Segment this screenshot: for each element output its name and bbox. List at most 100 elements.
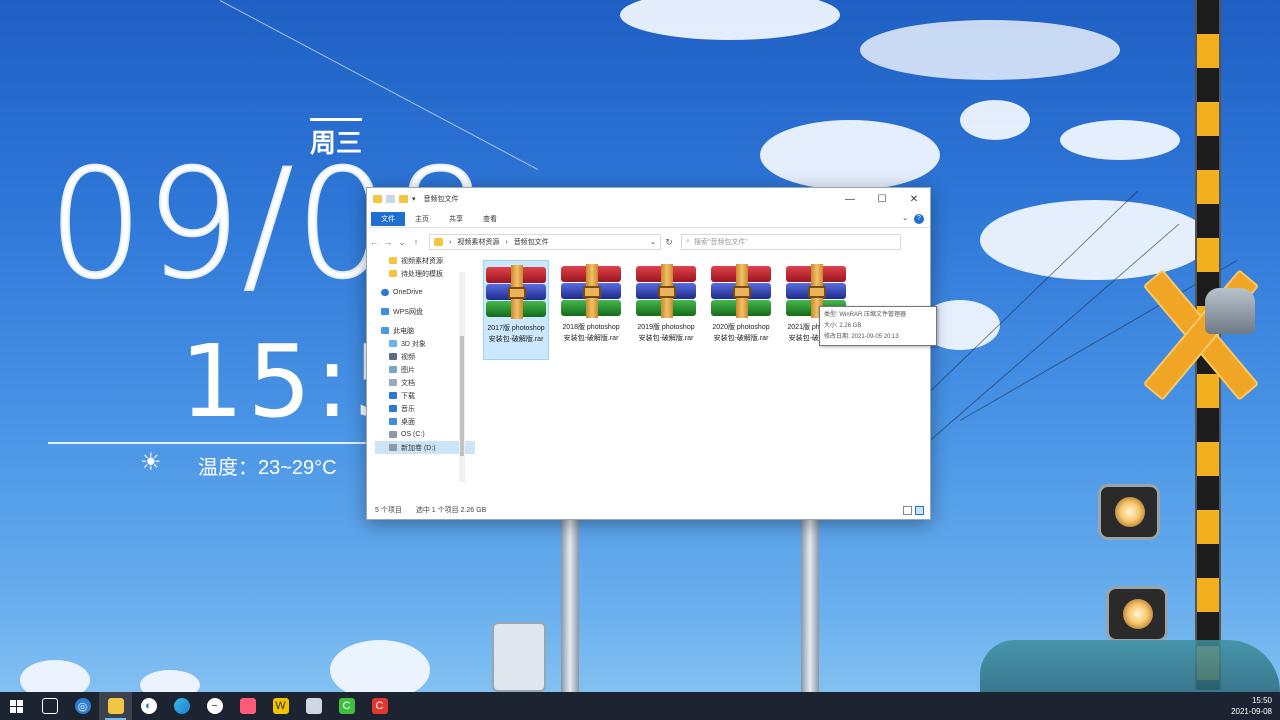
winrar-archive-icon <box>486 265 546 319</box>
chevron-down-icon[interactable]: ▾ <box>412 195 416 203</box>
start-button[interactable] <box>0 692 33 720</box>
nav-item-label: 视频 <box>401 353 415 361</box>
minus-circle-icon: − <box>206 698 223 714</box>
wps-taskbar-button[interactable]: W <box>264 692 297 720</box>
tab-view[interactable]: 查看 <box>473 212 507 226</box>
back-icon[interactable]: ← <box>367 237 381 247</box>
title-bar[interactable]: ▾ 音频包文件 — ☐ ✕ <box>367 188 930 210</box>
cloud <box>20 660 90 692</box>
files-taskbar-button[interactable] <box>297 692 330 720</box>
item-count: 5 个项目 <box>375 507 402 514</box>
properties-icon[interactable] <box>386 195 395 203</box>
maximize-button[interactable]: ☐ <box>866 188 898 210</box>
camtasia-icon: C <box>338 698 355 714</box>
nav-item-label: 待处理的模板 <box>401 270 443 278</box>
recent-chevron-icon[interactable]: ⌄ <box>395 237 409 248</box>
music-icon <box>389 405 397 412</box>
file-name: 2019版 photoshop 安装包-破解版.rar <box>637 324 695 342</box>
notes-taskbar-button[interactable] <box>231 692 264 720</box>
tab-file[interactable]: 文件 <box>371 211 405 226</box>
nav-item-label: 视频素材资源 <box>401 257 443 265</box>
breadcrumb-item[interactable]: 视频素材资源 <box>457 237 499 247</box>
drive-icon <box>389 431 397 438</box>
folder-icon <box>373 195 382 203</box>
file-item[interactable]: 2017版 photoshop 安装包-破解版.rar <box>483 260 549 360</box>
file-explorer-taskbar-button[interactable] <box>99 692 132 720</box>
window-controls: — ☐ ✕ <box>834 188 930 210</box>
winrar-archive-icon <box>636 264 696 318</box>
camtasia-taskbar-button[interactable]: C <box>330 692 363 720</box>
crossing-signal-lamp <box>1098 484 1160 540</box>
task-view-button[interactable] <box>33 692 66 720</box>
sun-icon: ☀ <box>140 449 162 476</box>
tooltip-type: 类型: WinRAR 压缩文件管理器 <box>824 312 907 318</box>
recorder-taskbar-button[interactable]: C <box>363 692 396 720</box>
traffic-sign <box>492 622 546 692</box>
refresh-icon[interactable]: ↻ <box>661 237 677 248</box>
cloud <box>980 200 1210 280</box>
close-button[interactable]: ✕ <box>898 188 930 210</box>
nav-item-label: 此电脑 <box>393 327 414 335</box>
nav-item-label: 新加卷 (D:) <box>401 444 436 452</box>
search-input[interactable]: ⌕ 搜索"音频包文件" <box>681 234 901 250</box>
tooltip-modified: 修改日期: 2021-09-05 20:13 <box>824 334 899 340</box>
edge-taskbar-button[interactable] <box>165 692 198 720</box>
folder-icon <box>389 257 397 264</box>
cloud <box>1060 120 1180 160</box>
up-icon[interactable]: ↑ <box>409 237 423 247</box>
widget-divider <box>48 442 378 444</box>
download-icon <box>389 392 397 399</box>
nav-item-label: 下载 <box>401 392 415 400</box>
ribbon-tabs: 文件 主页 共享 查看 ⌄ ? <box>367 210 930 228</box>
nav-item-label: OS (C:) <box>401 431 425 438</box>
selection-info: 选中 1 个项目 2.26 GB <box>415 507 487 514</box>
tab-home[interactable]: 主页 <box>405 212 439 226</box>
cloud-drive-icon <box>381 308 389 315</box>
file-item[interactable]: 2020版 photoshop 安装包-破解版.rar <box>708 260 774 360</box>
search-placeholder: 搜索"音频包文件" <box>693 239 748 246</box>
task-view-icon <box>41 698 58 714</box>
search-taskbar-button[interactable]: ◎ <box>66 692 99 720</box>
drive-icon <box>389 444 397 451</box>
nav-scrollbar[interactable] <box>459 272 465 482</box>
browser-taskbar-button[interactable]: ◐ <box>132 692 165 720</box>
nav-item-quick-1[interactable]: 视频素材资源 <box>375 254 475 267</box>
wps-icon: W <box>272 698 289 714</box>
crossing-signal-lamp <box>1106 586 1168 642</box>
address-dropdown-icon[interactable]: ⌄ <box>650 238 656 246</box>
folder-icon <box>434 238 443 246</box>
breadcrumb-separator-icon: › <box>505 238 508 246</box>
minimize-button[interactable]: — <box>834 188 866 210</box>
file-tooltip: 类型: WinRAR 压缩文件管理器 大小: 2.26 GB 修改日期: 202… <box>819 306 937 346</box>
browser-icon: ◐ <box>140 698 157 714</box>
recorder-icon: C <box>371 698 388 714</box>
breadcrumb-item[interactable]: 音频包文件 <box>514 237 549 247</box>
view-toggle <box>903 506 924 515</box>
clock-time: 15:50 <box>1251 696 1272 705</box>
file-name: 2017版 photoshop 安装包-破解版.rar <box>487 325 545 343</box>
edge-icon <box>173 698 190 714</box>
cube-icon <box>389 340 397 347</box>
system-clock[interactable]: 15:50 2021-09-08 <box>1231 692 1272 720</box>
tab-share[interactable]: 共享 <box>439 212 473 226</box>
cloud <box>760 120 940 190</box>
file-explorer-window[interactable]: ▾ 音频包文件 — ☐ ✕ 文件 主页 共享 查看 ⌄ ? ← → ⌄ ↑ › … <box>366 187 937 520</box>
forward-icon[interactable]: → <box>381 237 395 247</box>
folder-icon <box>107 698 124 714</box>
windows-logo-icon <box>10 699 23 713</box>
help-icon[interactable]: ? <box>914 214 924 224</box>
winrar-archive-icon <box>561 264 621 318</box>
taskbar: ◎ ◐ − W C C 15:50 2021-09-08 <box>0 692 1280 720</box>
nav-item-label: 桌面 <box>401 418 415 426</box>
status-bar: 5 个项目 选中 1 个项目 2.26 GB <box>367 501 930 519</box>
crossing-bell-icon <box>1205 288 1255 334</box>
ribbon-expand-icon[interactable]: ⌄ <box>902 214 908 222</box>
search-icon: ◎ <box>74 698 91 714</box>
file-item[interactable]: 2019版 photoshop 安装包-破解版.rar <box>633 260 699 360</box>
new-folder-icon[interactable] <box>399 195 408 203</box>
address-bar[interactable]: › 视频素材资源 › 音频包文件 ⌄ <box>429 234 661 250</box>
details-view-icon[interactable] <box>903 506 912 515</box>
large-icons-view-icon[interactable] <box>915 506 924 515</box>
file-item[interactable]: 2018版 photoshop 安装包-破解版.rar <box>558 260 624 360</box>
media-taskbar-button[interactable]: − <box>198 692 231 720</box>
